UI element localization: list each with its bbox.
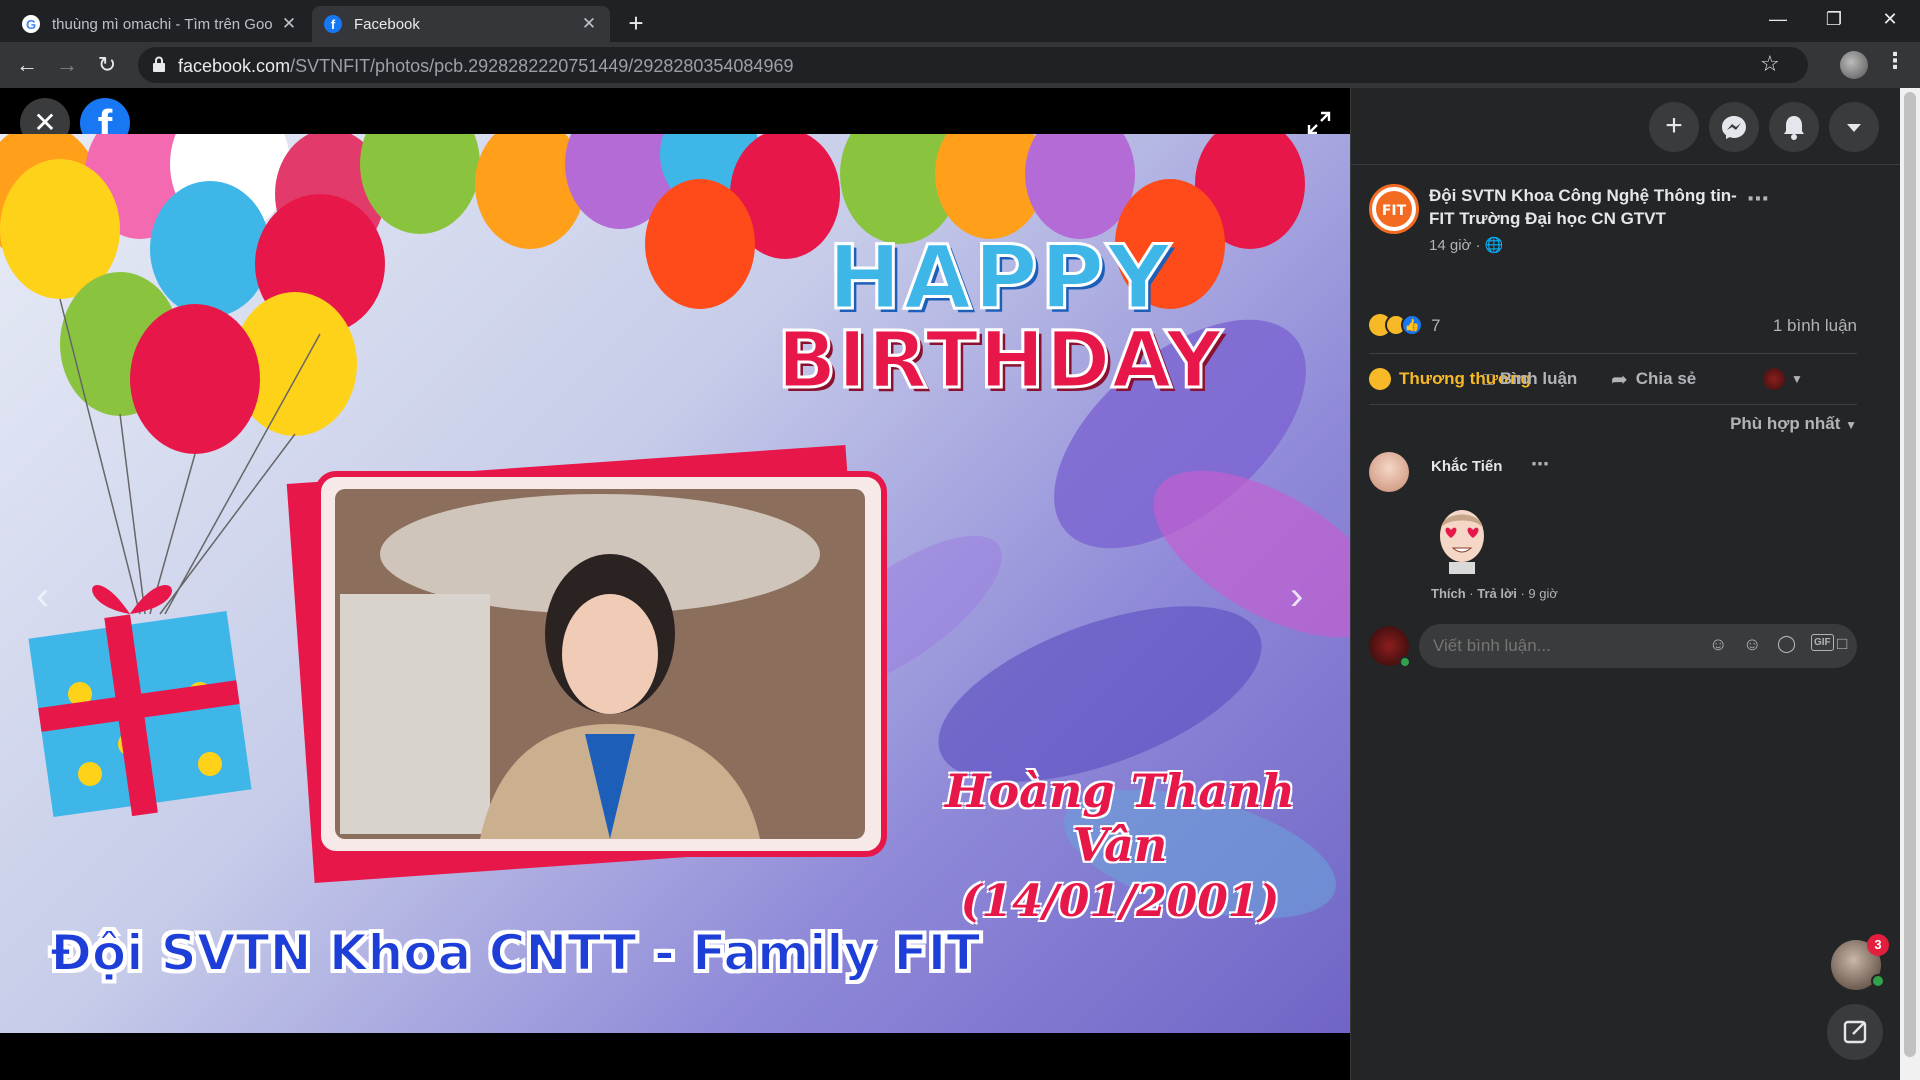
bookmark-star-icon[interactable]: ☆ [1760,51,1780,77]
comment-time[interactable]: 9 giờ [1528,586,1558,601]
browser-menu-icon[interactable]: ⋮ [1884,48,1906,74]
unread-badge: 3 [1867,934,1889,956]
tab-google-search[interactable]: G thuùng mì omachi - Tìm trên Goo ✕ [10,6,310,42]
fit-logo-icon: FIT [1376,191,1412,227]
gif-icon[interactable]: GIF [1811,634,1834,651]
create-button[interactable]: + [1649,102,1699,152]
account-menu-button[interactable] [1829,102,1879,152]
tab-facebook[interactable]: f Facebook ✕ [312,6,610,42]
person-birthdate: (14/01/2001) [960,876,1280,927]
back-button[interactable]: ← [12,50,42,80]
fullscreen-icon[interactable] [1306,110,1332,136]
comment-button[interactable]: □ Bình luận [1483,362,1577,396]
post-timestamp[interactable]: 14 giờ · 🌐 [1429,236,1503,254]
emoji-icon[interactable]: ☺ [1743,634,1761,655]
reaction-count[interactable]: 7 [1431,316,1440,336]
comment-input[interactable] [1433,634,1633,658]
happy-birthday-title: HAPPY BIRTHDAY [770,226,1230,406]
caret-down-icon: ▼ [1791,372,1803,386]
post-time: 14 giờ [1429,237,1472,254]
sort-label: Phù hợp nhất [1730,414,1841,433]
header-divider [1351,164,1901,165]
minimize-button[interactable]: — [1750,0,1806,38]
avatar-sticker-icon[interactable]: ☺ [1709,634,1727,655]
divider [1369,404,1857,405]
reload-button[interactable]: ↻ [92,50,122,80]
url-host: facebook.com [178,56,291,76]
comment-author[interactable]: Khắc Tiến [1431,458,1502,475]
tab-title: Facebook [354,15,420,33]
share-icon: ➦ [1611,368,1628,391]
share-button[interactable]: ➦ Chia sẻ [1611,362,1696,396]
team-banner: Đội SVTN Khoa CNTT - Family FIT [49,923,981,983]
scrollbar-thumb[interactable] [1904,92,1916,1057]
comment-composer[interactable]: ☺ ☺ ◯ GIF □ [1419,624,1857,668]
close-tab-icon[interactable]: ✕ [280,15,298,33]
divider [1369,353,1857,354]
greeting-line-2: BIRTHDAY [776,316,1224,406]
messenger-button[interactable] [1709,102,1759,152]
close-window-button[interactable]: ✕ [1862,0,1918,38]
svg-text:FIT: FIT [1382,203,1407,219]
online-status-dot [1399,656,1411,668]
comment-label: Bình luận [1499,369,1578,388]
notifications-button[interactable] [1769,102,1819,152]
birthday-photo: HAPPY BIRTHDAY Hoàng Thanh Vân (14/01/20… [0,134,1350,1080]
commenter-avatar[interactable] [1369,452,1409,492]
post-sidebar: + FIT Đội SVTN Khoa Công Nghệ Thông tin-… [1350,88,1901,1080]
profile-avatar[interactable] [1840,51,1868,79]
comment-options-icon[interactable]: ⋯ [1531,454,1549,475]
previous-photo-icon[interactable]: ‹ [36,574,49,619]
url-text: facebook.com/SVTNFIT/photos/pcb.29282822… [178,56,793,77]
browser-toolbar: ← → ↻ facebook.com/SVTNFIT/photos/pcb.29… [0,42,1920,88]
tab-title: thuùng mì omachi - Tìm trên Goo [52,15,273,33]
post-as-selector[interactable]: ▼ [1763,368,1803,390]
viewer-bottom-bar [0,1033,1350,1080]
page-avatar[interactable]: FIT [1369,184,1419,234]
greeting-line-1: HAPPY [826,226,1173,329]
heart-eyes-sticker-icon [1440,510,1484,574]
lock-icon [153,56,165,72]
user-avatar [1763,368,1785,390]
sticker-icon[interactable]: □ [1837,634,1847,654]
sticker-heart-eyes [1429,500,1495,576]
reply-comment-link[interactable]: Trả lời [1477,586,1517,601]
birthday-person: Hoàng Thanh Vân (14/01/2001) [890,764,1350,927]
new-tab-button[interactable]: + [620,8,652,40]
new-message-button[interactable] [1827,1004,1883,1060]
globe-icon: 🌐 [1484,237,1504,254]
forward-button[interactable]: → [52,50,82,80]
url-path: /SVTNFIT/photos/pcb.2928282220751449/292… [290,56,794,76]
facebook-icon: f [324,15,342,33]
like-reaction-icon: 👍 [1401,314,1423,336]
comment-count[interactable]: 1 bình luận [1577,316,1857,336]
restore-button[interactable]: ❐ [1806,0,1862,38]
google-icon: G [22,15,40,33]
post-options-icon[interactable]: ⋯ [1747,186,1769,212]
address-bar[interactable]: facebook.com/SVTNFIT/photos/pcb.29282822… [138,47,1808,83]
caret-down-icon [1847,124,1861,132]
caret-down-icon: ▼ [1845,418,1857,432]
page-scrollbar[interactable] [1900,88,1920,1080]
person-name: Hoàng Thanh Vân [945,764,1295,872]
close-tab-icon[interactable]: ✕ [580,15,598,33]
online-status-dot [1871,974,1885,988]
camera-icon[interactable]: ◯ [1777,634,1796,654]
comment-actions: Thích · Trả lời · 9 giờ [1431,586,1558,601]
bell-icon [1784,116,1804,140]
compose-icon [1843,1020,1867,1044]
photo-viewer: ✕ f HAPPY BIRTHDAY Hoàng Thanh Vân (14/0… [0,88,1350,1080]
like-comment-link[interactable]: Thích [1431,586,1466,601]
browser-tab-strip: G thuùng mì omachi - Tìm trên Goo ✕ f Fa… [0,0,1920,42]
messenger-icon [1722,116,1746,139]
page-name-link[interactable]: Đội SVTN Khoa Công Nghệ Thông tin-FIT Tr… [1429,184,1759,230]
comment-sort-dropdown[interactable]: Phù hợp nhất ▼ [1641,414,1857,434]
care-reaction-icon [1369,368,1391,390]
comment-icon: □ [1483,368,1494,389]
share-label: Chia sẻ [1635,369,1697,388]
next-photo-icon[interactable]: › [1290,574,1303,619]
